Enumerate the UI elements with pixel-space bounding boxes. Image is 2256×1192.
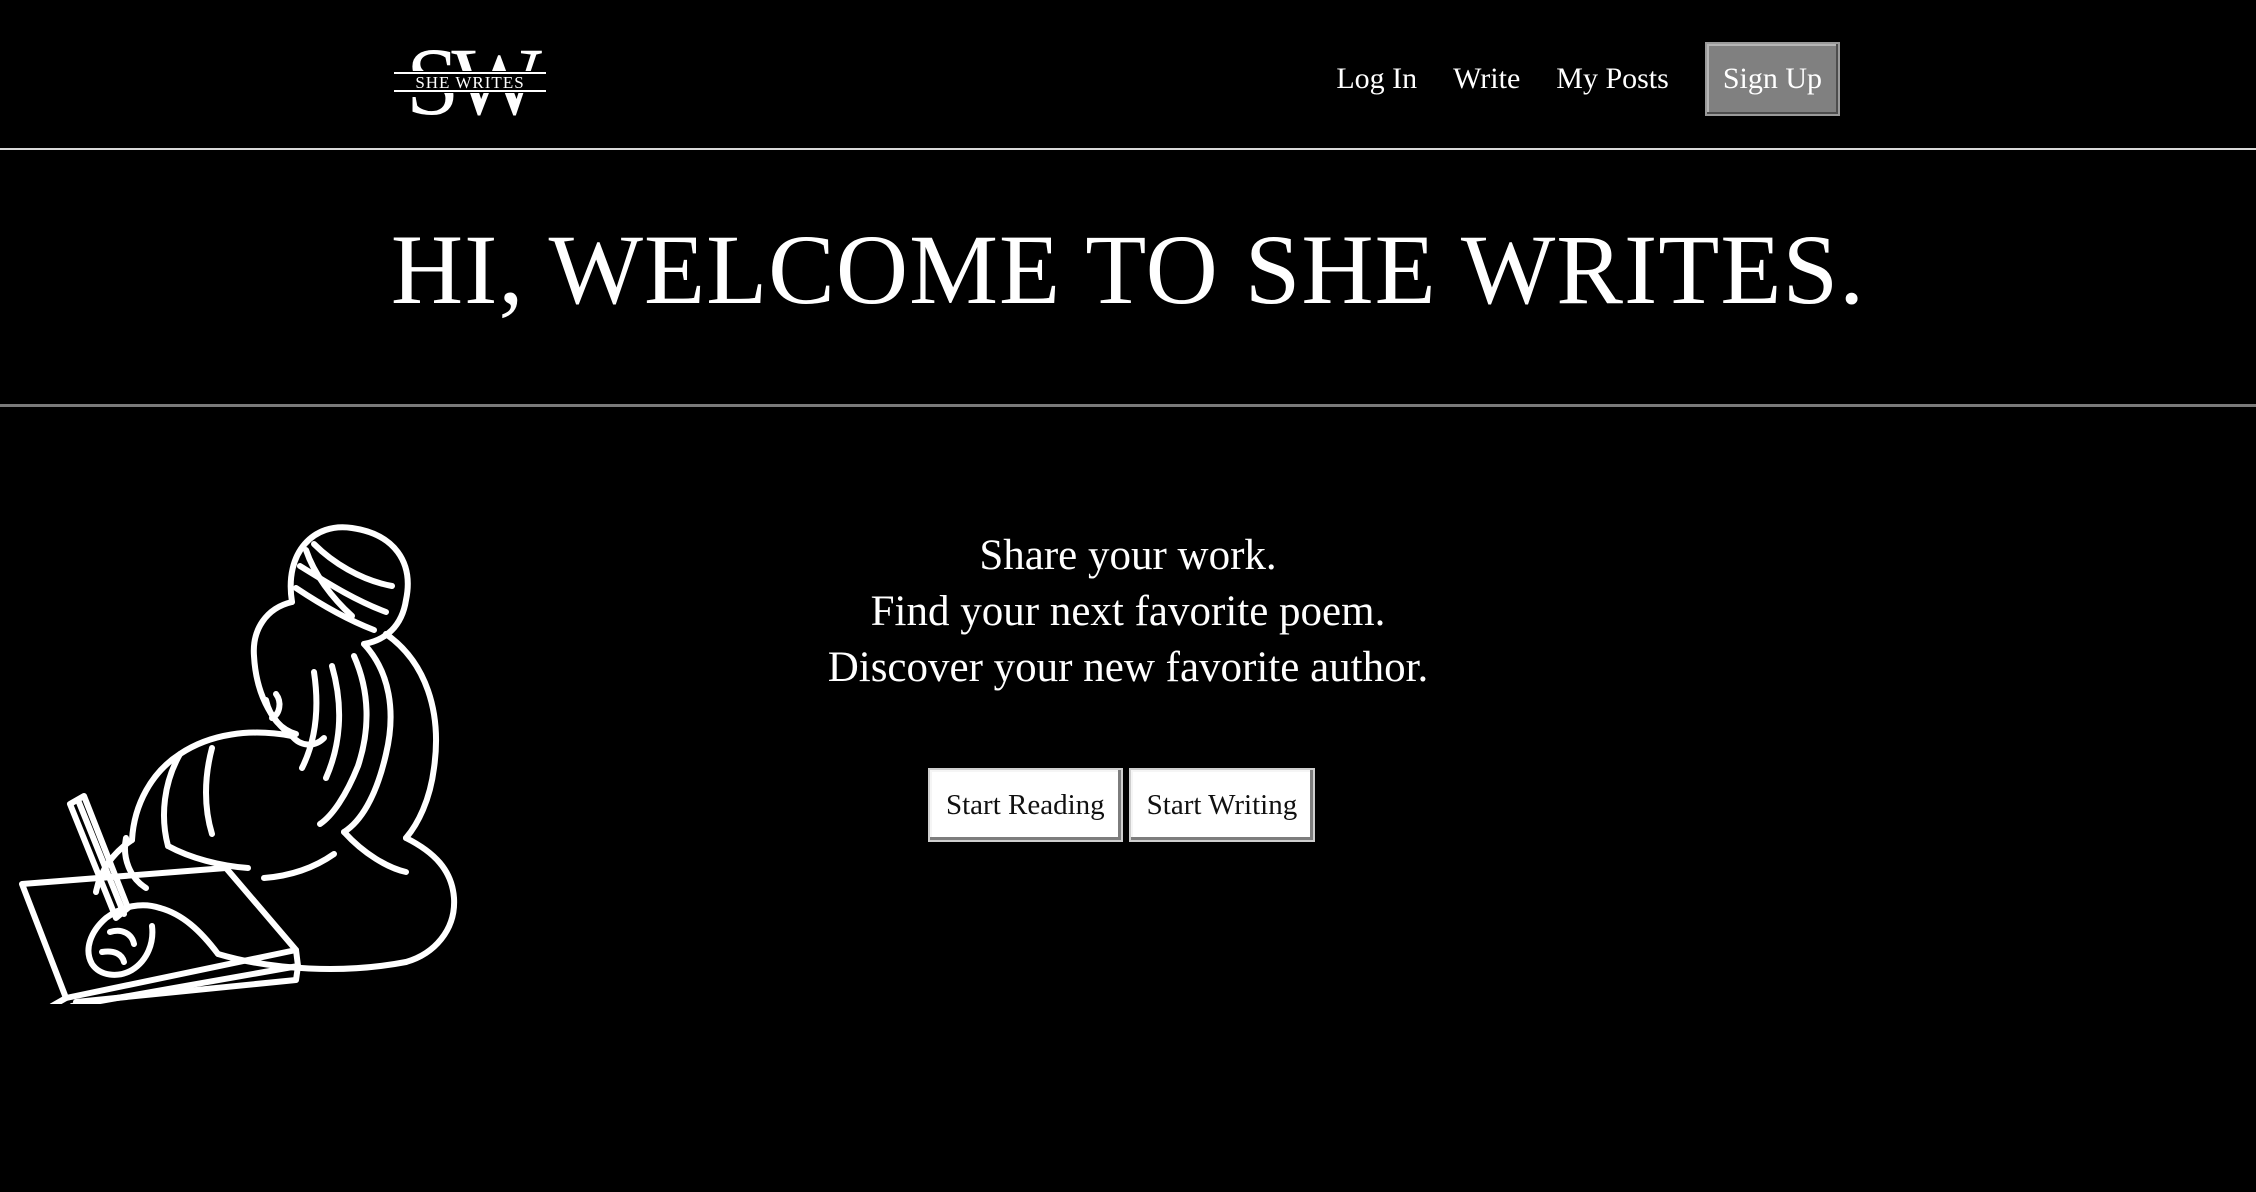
signup-button[interactable]: Sign Up	[1704, 42, 1840, 116]
nav-write-link[interactable]: Write	[1453, 62, 1520, 96]
woman-writing-icon	[19, 524, 458, 1009]
tagline: Share your work. Find your next favorite…	[728, 528, 1528, 696]
woman-writing-illustration	[14, 522, 508, 1009]
site-header: SW SHE WRITES Log In Write My Posts Sign…	[0, 0, 2256, 150]
start-reading-button[interactable]: Start Reading	[928, 768, 1123, 842]
start-writing-button[interactable]: Start Writing	[1128, 768, 1316, 842]
hero-section: HI, WELCOME TO SHE WRITES.	[0, 150, 2256, 407]
logo-graphic: SW SHE WRITES	[392, 38, 548, 122]
cta-buttons: Start Reading Start Writing	[928, 768, 1316, 842]
tagline-line-3: Discover your new favorite author.	[827, 644, 1429, 691]
page-title: HI, WELCOME TO SHE WRITES.	[390, 214, 1866, 325]
she-writes-logo[interactable]: SW SHE WRITES	[392, 38, 548, 122]
tagline-line-1: Share your work.	[979, 532, 1277, 579]
logo-wordmark: SHE WRITES	[415, 73, 524, 92]
tagline-line-2: Find your next favorite poem.	[870, 588, 1386, 635]
nav-login-link[interactable]: Log In	[1336, 62, 1417, 96]
main-nav: Log In Write My Posts Sign Up	[1336, 42, 1840, 116]
nav-my-posts-link[interactable]: My Posts	[1556, 62, 1669, 96]
